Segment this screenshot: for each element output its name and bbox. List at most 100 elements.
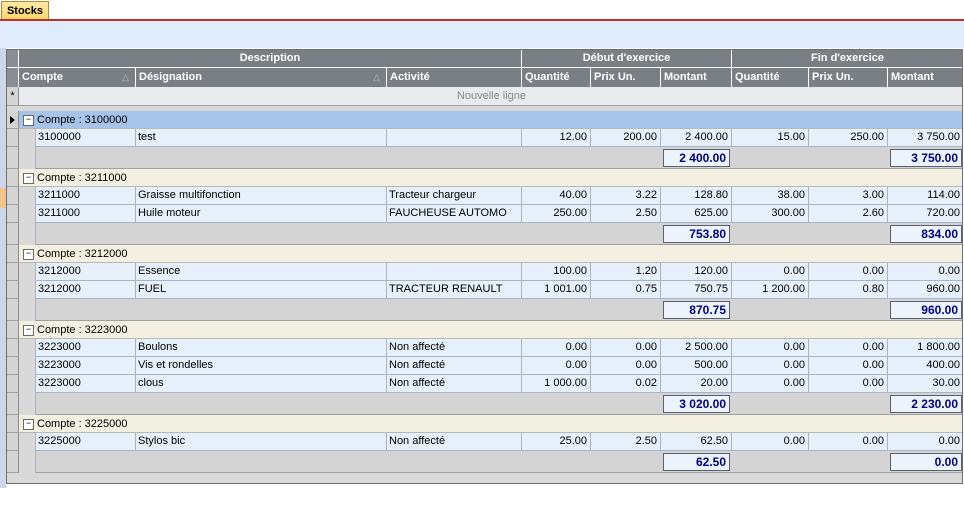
- cell-p2[interactable]: 0.00: [809, 375, 888, 393]
- cell-m2[interactable]: 960.00: [888, 281, 962, 299]
- column-header-montant-debut[interactable]: Montant: [661, 68, 732, 87]
- row-selector[interactable]: [7, 339, 19, 357]
- cell-p2[interactable]: 0.00: [809, 433, 888, 451]
- cell-q1[interactable]: 0.00: [522, 357, 591, 375]
- cell-m1[interactable]: 2 500.00: [661, 339, 732, 357]
- cell-q2[interactable]: 15.00: [732, 129, 809, 147]
- row-selector[interactable]: [7, 415, 19, 433]
- cell-activite[interactable]: [387, 129, 522, 147]
- cell-q1[interactable]: 1 000.00: [522, 375, 591, 393]
- cell-compte[interactable]: 3223000: [36, 357, 136, 375]
- cell-p1[interactable]: 2.50: [591, 433, 661, 451]
- cell-compte[interactable]: 3223000: [36, 375, 136, 393]
- cell-activite[interactable]: [387, 263, 522, 281]
- cell-compte[interactable]: 3212000: [36, 281, 136, 299]
- cell-p1[interactable]: 200.00: [591, 129, 661, 147]
- column-header-quantite-fin[interactable]: Quantité: [732, 68, 809, 87]
- cell-designation[interactable]: Vis et rondelles: [136, 357, 387, 375]
- cell-designation[interactable]: Graisse multifonction: [136, 187, 387, 205]
- cell-m1[interactable]: 500.00: [661, 357, 732, 375]
- column-header-montant-fin[interactable]: Montant: [888, 68, 962, 87]
- cell-activite[interactable]: FAUCHEUSE AUTOMO: [387, 205, 522, 223]
- cell-compte[interactable]: 3212000: [36, 263, 136, 281]
- cell-p2[interactable]: 250.00: [809, 129, 888, 147]
- group-header[interactable]: − Compte : 3211000: [19, 169, 962, 187]
- cell-p2[interactable]: 0.00: [809, 357, 888, 375]
- column-header-prix-debut[interactable]: Prix Un.: [591, 68, 661, 87]
- cell-q2[interactable]: 300.00: [732, 205, 809, 223]
- cell-m2[interactable]: 3 750.00: [888, 129, 962, 147]
- row-selector[interactable]: [7, 433, 19, 451]
- cell-activite[interactable]: Non affecté: [387, 357, 522, 375]
- cell-q2[interactable]: 38.00: [732, 187, 809, 205]
- cell-designation[interactable]: test: [136, 129, 387, 147]
- row-selector-header[interactable]: [7, 68, 19, 87]
- cell-p1[interactable]: 3.22: [591, 187, 661, 205]
- cell-p1[interactable]: 1.20: [591, 263, 661, 281]
- cell-q2[interactable]: 0.00: [732, 339, 809, 357]
- tab-stocks[interactable]: Stocks: [1, 1, 49, 19]
- cell-q1[interactable]: 25.00: [522, 433, 591, 451]
- cell-q2[interactable]: 0.00: [732, 263, 809, 281]
- cell-q1[interactable]: 12.00: [522, 129, 591, 147]
- row-selector[interactable]: [7, 169, 19, 187]
- cell-p2[interactable]: 3.00: [809, 187, 888, 205]
- group-header[interactable]: − Compte : 3225000: [19, 415, 962, 433]
- collapse-icon[interactable]: −: [23, 173, 34, 184]
- row-selector[interactable]: [7, 263, 19, 281]
- cell-activite[interactable]: Non affecté: [387, 375, 522, 393]
- cell-compte[interactable]: 3211000: [36, 187, 136, 205]
- cell-m1[interactable]: 750.75: [661, 281, 732, 299]
- cell-q1[interactable]: 0.00: [522, 339, 591, 357]
- cell-m1[interactable]: 2 400.00: [661, 129, 732, 147]
- cell-m1[interactable]: 120.00: [661, 263, 732, 281]
- row-selector[interactable]: [7, 129, 19, 147]
- column-header-designation[interactable]: Désignation △: [136, 68, 387, 87]
- cell-designation[interactable]: FUEL: [136, 281, 387, 299]
- row-selector[interactable]: [7, 205, 19, 223]
- cell-designation[interactable]: Stylos bic: [136, 433, 387, 451]
- cell-p1[interactable]: 0.00: [591, 339, 661, 357]
- cell-designation[interactable]: Boulons: [136, 339, 387, 357]
- column-header-activite[interactable]: Activité: [387, 68, 522, 87]
- collapse-icon[interactable]: −: [23, 249, 34, 260]
- cell-p1[interactable]: 0.75: [591, 281, 661, 299]
- cell-q2[interactable]: 0.00: [732, 433, 809, 451]
- column-header-quantite-debut[interactable]: Quantité: [522, 68, 591, 87]
- cell-p2[interactable]: 0.00: [809, 339, 888, 357]
- cell-p2[interactable]: 0.80: [809, 281, 888, 299]
- column-header-prix-fin[interactable]: Prix Un.: [809, 68, 888, 87]
- cell-m1[interactable]: 128.80: [661, 187, 732, 205]
- cell-m2[interactable]: 400.00: [888, 357, 962, 375]
- cell-q2[interactable]: 0.00: [732, 375, 809, 393]
- cell-compte[interactable]: 3211000: [36, 205, 136, 223]
- cell-compte[interactable]: 3100000: [36, 129, 136, 147]
- cell-p2[interactable]: 2.60: [809, 205, 888, 223]
- cell-m2[interactable]: 0.00: [888, 433, 962, 451]
- group-header[interactable]: − Compte : 3223000: [19, 321, 962, 339]
- new-row-placeholder[interactable]: Nouvelle ligne: [19, 87, 962, 106]
- cell-p1[interactable]: 0.00: [591, 357, 661, 375]
- cell-p1[interactable]: 0.02: [591, 375, 661, 393]
- cell-activite[interactable]: Non affecté: [387, 433, 522, 451]
- cell-m1[interactable]: 20.00: [661, 375, 732, 393]
- cell-p1[interactable]: 2.50: [591, 205, 661, 223]
- cell-p2[interactable]: 0.00: [809, 263, 888, 281]
- cell-q2[interactable]: 0.00: [732, 357, 809, 375]
- cell-q1[interactable]: 100.00: [522, 263, 591, 281]
- collapse-icon[interactable]: −: [23, 419, 34, 430]
- row-selector[interactable]: [7, 111, 19, 129]
- cell-q2[interactable]: 1 200.00: [732, 281, 809, 299]
- cell-activite[interactable]: TRACTEUR RENAULT: [387, 281, 522, 299]
- collapse-icon[interactable]: −: [23, 325, 34, 336]
- cell-m1[interactable]: 62.50: [661, 433, 732, 451]
- cell-designation[interactable]: Essence: [136, 263, 387, 281]
- collapse-icon[interactable]: −: [23, 115, 34, 126]
- cell-activite[interactable]: Tracteur chargeur: [387, 187, 522, 205]
- cell-m2[interactable]: 720.00: [888, 205, 962, 223]
- cell-q1[interactable]: 250.00: [522, 205, 591, 223]
- cell-m2[interactable]: 0.00: [888, 263, 962, 281]
- cell-designation[interactable]: clous: [136, 375, 387, 393]
- row-selector[interactable]: [7, 245, 19, 263]
- row-selector[interactable]: [7, 281, 19, 299]
